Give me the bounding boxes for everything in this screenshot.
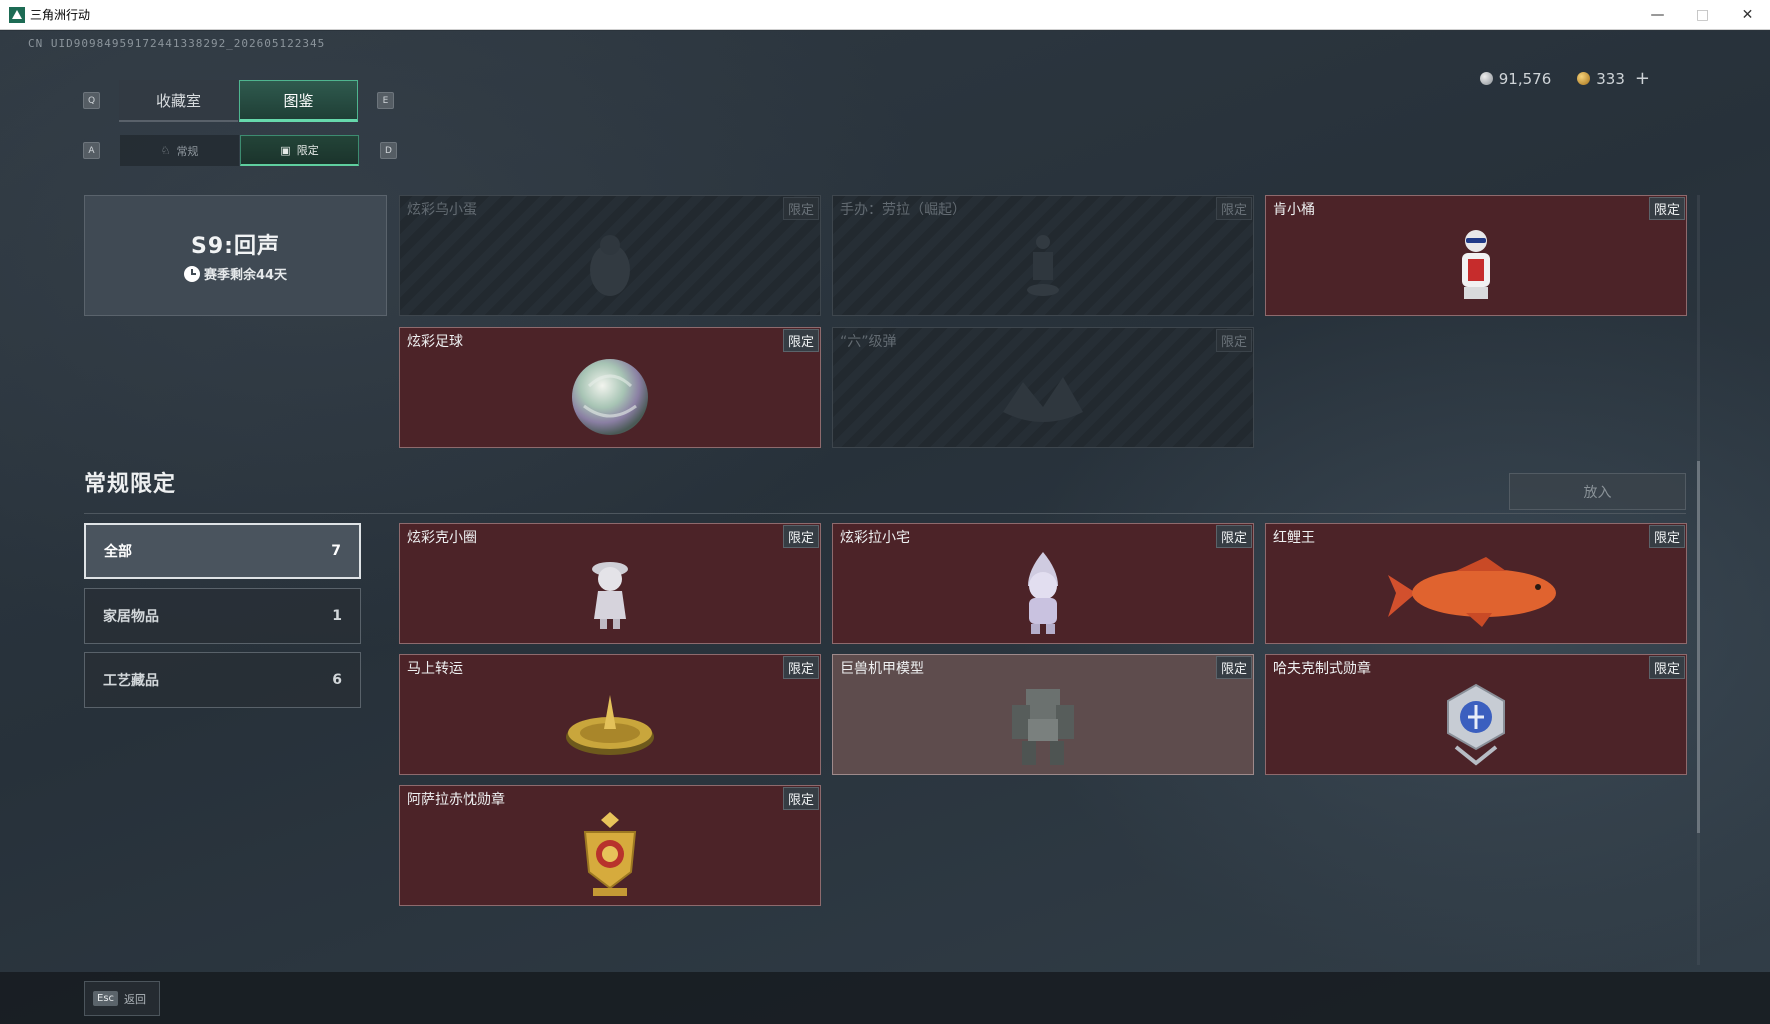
subtab-regular[interactable]: ♘ 常规 xyxy=(120,135,239,166)
add-currency-button[interactable]: + xyxy=(1635,68,1650,89)
limited-badge: 限定 xyxy=(1648,656,1685,679)
card-name: 哈夫克制式勋章 xyxy=(1273,661,1371,677)
filter-label: 工艺藏品 xyxy=(103,673,159,689)
hooded-figure-icon xyxy=(1028,552,1058,635)
filter-count: 1 xyxy=(332,608,342,624)
esc-key-hint: Esc xyxy=(93,991,119,1006)
limited-badge: 限定 xyxy=(782,787,819,810)
window-titlebar: 三角洲行动 — □ ✕ xyxy=(0,0,1770,30)
silver-coin-icon xyxy=(1479,72,1493,85)
season-remaining: 赛季剩余44天 xyxy=(183,264,288,283)
subtab-limited-label: 限定 xyxy=(296,144,319,157)
app-logo-icon xyxy=(9,6,25,23)
currency-bar: 91,576 333 + xyxy=(1479,68,1650,89)
collectible-card[interactable]: “六”级弹 限定 xyxy=(832,327,1254,448)
limited-badge: 限定 xyxy=(1215,525,1252,548)
card-name: 马上转运 xyxy=(407,661,463,677)
put-in-button[interactable]: 放入 xyxy=(1509,473,1686,510)
window-controls: — □ ✕ xyxy=(1635,0,1770,30)
carp-fish-icon xyxy=(1388,557,1556,628)
section-divider xyxy=(84,513,1686,514)
filter-count: 7 xyxy=(331,543,341,559)
limited-badge: 限定 xyxy=(1215,656,1252,679)
frame-icon: ▣ xyxy=(280,143,291,157)
figure-icon xyxy=(1027,235,1059,297)
collectible-card[interactable]: 手办：劳拉（崛起） 限定 xyxy=(832,195,1254,316)
limited-badge: 限定 xyxy=(782,329,819,352)
medal-icon xyxy=(1447,683,1505,766)
gold-coin-icon xyxy=(1577,72,1591,85)
card-name: 巨兽机甲模型 xyxy=(840,661,924,677)
filter-crafts[interactable]: 工艺藏品 6 xyxy=(84,652,361,708)
silver-currency: 91,576 xyxy=(1479,69,1552,88)
key-hint-a: A xyxy=(83,142,100,159)
card-name: “六”级弹 xyxy=(840,334,897,350)
collectible-card[interactable]: 马上转运 限定 xyxy=(399,654,821,775)
collectible-card[interactable]: 炫彩克小圈 限定 xyxy=(399,523,821,644)
clock-icon xyxy=(183,265,200,282)
back-label: 返回 xyxy=(124,992,147,1006)
gold-currency: 333 + xyxy=(1577,68,1650,89)
limited-badge: 限定 xyxy=(782,525,819,548)
window-title: 三角洲行动 xyxy=(30,8,91,22)
filter-label: 全部 xyxy=(104,544,132,560)
soccer-ball-icon xyxy=(572,359,648,436)
key-hint-q: Q xyxy=(83,92,100,109)
back-button[interactable]: Esc 返回 xyxy=(84,981,160,1016)
footer-bar xyxy=(0,972,1770,1024)
collectible-card[interactable]: 炫彩拉小宅 限定 xyxy=(832,523,1254,644)
limited-badge: 限定 xyxy=(1648,525,1685,548)
scrollbar-thumb[interactable] xyxy=(1697,461,1700,833)
collectible-card[interactable]: 哈夫克制式勋章 限定 xyxy=(1265,654,1687,775)
filter-label: 家居物品 xyxy=(103,609,159,625)
season-panel: S9:回声 赛季剩余44天 xyxy=(84,195,387,316)
filter-home-items[interactable]: 家居物品 1 xyxy=(84,588,361,644)
collectible-card[interactable]: 炫彩足球 限定 xyxy=(399,327,821,448)
tab-codex[interactable]: 图鉴 xyxy=(239,80,358,122)
spinning-top-icon xyxy=(566,695,654,756)
collectible-card[interactable]: 巨兽机甲模型 限定 xyxy=(832,654,1254,775)
card-name: 肯小桶 xyxy=(1273,202,1315,218)
subtab-regular-label: 常规 xyxy=(176,144,199,158)
filter-count: 6 xyxy=(332,672,342,688)
maximize-icon[interactable]: □ xyxy=(1680,0,1725,30)
tab-collection-room[interactable]: 收藏室 xyxy=(119,80,238,122)
limited-badge: 限定 xyxy=(782,197,819,220)
key-hint-e: E xyxy=(377,92,394,109)
limited-badge: 限定 xyxy=(782,656,819,679)
card-name: 炫彩克小圈 xyxy=(407,530,477,546)
collectible-card[interactable]: 红鲤王 限定 xyxy=(1265,523,1687,644)
filter-all[interactable]: 全部 7 xyxy=(84,523,361,579)
card-name: 红鲤王 xyxy=(1273,530,1315,546)
card-name: 炫彩拉小宅 xyxy=(840,530,910,546)
season-remaining-text: 赛季剩余44天 xyxy=(203,268,288,283)
card-name: 手办：劳拉（崛起） xyxy=(840,202,966,218)
season-name: S9:回声 xyxy=(191,234,280,259)
uid-text: CN UID909849591724413382​92_202605122345 xyxy=(28,37,326,50)
egg-figure-icon xyxy=(590,235,630,297)
colonel-figure-icon xyxy=(1462,230,1490,300)
limited-badge: 限定 xyxy=(1215,197,1252,220)
card-name: 阿萨拉赤忱勋章 xyxy=(407,792,505,808)
gold-amount: 333 xyxy=(1596,69,1625,88)
girl-figure-icon xyxy=(592,562,628,630)
limited-badge: 限定 xyxy=(1215,329,1252,352)
card-name: 炫彩乌小蛋 xyxy=(407,202,477,218)
collectible-card[interactable]: 肯小桶 限定 xyxy=(1265,195,1687,316)
collectible-card[interactable]: 阿萨拉赤忱勋章 限定 xyxy=(399,785,821,906)
subtab-limited[interactable]: ▣ 限定 xyxy=(240,135,359,166)
card-name: 炫彩足球 xyxy=(407,334,463,350)
game-screen: CN UID909849591724413382​92_202605122345… xyxy=(0,31,1770,1024)
gold-medal-icon xyxy=(583,812,637,897)
section-title: 常规限定 xyxy=(84,472,177,497)
collectible-card[interactable]: 炫彩乌小蛋 限定 xyxy=(399,195,821,316)
key-hint-d: D xyxy=(380,142,397,159)
mech-model-icon xyxy=(1012,689,1074,766)
minimize-icon[interactable]: — xyxy=(1635,0,1680,30)
silver-amount: 91,576 xyxy=(1498,69,1552,88)
close-icon[interactable]: ✕ xyxy=(1725,0,1770,30)
limited-badge: 限定 xyxy=(1648,197,1685,220)
bullet-icon xyxy=(1003,377,1083,423)
statue-icon: ♘ xyxy=(160,144,171,157)
